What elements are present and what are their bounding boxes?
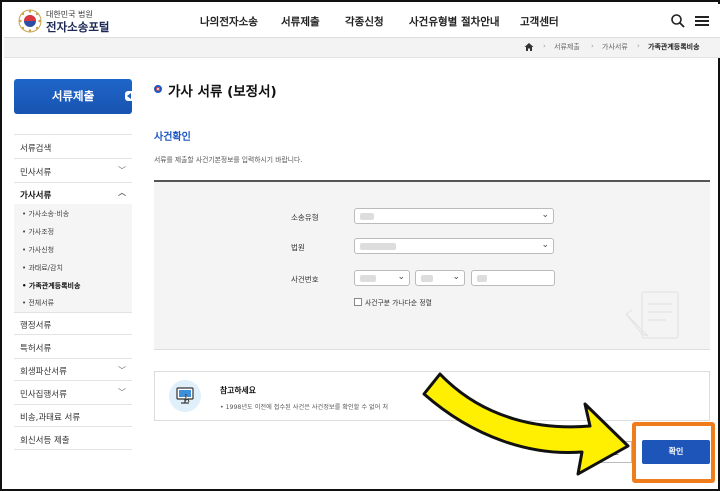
case-serial-input[interactable] bbox=[471, 270, 555, 286]
breadcrumb: › 서류제출 › 가사서류 › 가족관계등록비송 bbox=[4, 38, 720, 58]
chevron-down-icon: ⌄ bbox=[541, 210, 549, 220]
sidebar-item-reply[interactable]: 회신서등 제출 bbox=[14, 426, 132, 450]
chevron-down-icon: ⌄ bbox=[397, 272, 405, 282]
sidebar-item-family[interactable]: 가사서류 ︿ bbox=[14, 182, 132, 204]
document-pen-decoration-icon bbox=[625, 291, 679, 339]
sub-item-family-application[interactable]: • 가사신청 bbox=[22, 245, 54, 255]
court-emblem-icon bbox=[18, 9, 42, 33]
sidebar-item-execution[interactable]: 민사집행서류 ﹀ bbox=[14, 380, 132, 404]
notice-icon-bg bbox=[169, 380, 201, 412]
sidebar-item-search[interactable]: 서류검색 bbox=[14, 134, 132, 158]
page-title: 가사 서류 (보정서) bbox=[168, 84, 277, 100]
title-bullet-icon bbox=[154, 85, 162, 93]
nav-procedure-guide[interactable]: 사건유형별 절차안내 bbox=[409, 14, 500, 29]
nav-my-lawsuit[interactable]: 나의전자소송 bbox=[200, 14, 258, 29]
sidebar-title: 서류제출 bbox=[14, 79, 133, 114]
sidebar-submenu: • 가사소송·비송 • 가사조정 • 가사신청 • 과태료/감치 • 가족관계등… bbox=[14, 204, 132, 312]
monitor-hand-icon bbox=[176, 387, 194, 404]
breadcrumb-separator: › bbox=[637, 42, 640, 50]
chevron-down-icon: ﹀ bbox=[118, 366, 126, 375]
case-category-select[interactable]: ⌄ bbox=[415, 270, 465, 286]
annotation-arrow-icon bbox=[422, 372, 630, 476]
chevron-down-icon: ﹀ bbox=[118, 388, 126, 397]
label-case-number: 사건번호 bbox=[291, 275, 319, 284]
logo-title: 전자소송포털 bbox=[46, 20, 110, 34]
menu-icon[interactable] bbox=[694, 13, 710, 29]
chevron-up-icon: ︿ bbox=[118, 188, 126, 197]
search-icon[interactable] bbox=[670, 13, 686, 29]
sort-checkbox-label: 사건구분 가나다순 정렬 bbox=[365, 299, 432, 307]
notice-title: 참고하세요 bbox=[220, 386, 256, 395]
section-title: 사건확인 bbox=[154, 132, 191, 143]
breadcrumb-separator: › bbox=[591, 42, 594, 50]
sidebar-item-bankruptcy[interactable]: 회생파산서류 ﹀ bbox=[14, 358, 132, 380]
sub-item-all-docs[interactable]: • 전체서류 bbox=[22, 298, 54, 308]
breadcrumb-separator: › bbox=[543, 42, 546, 50]
site-logo[interactable]: 대한민국 법원 전자소송포털 bbox=[18, 7, 118, 35]
sub-item-family-litigation[interactable]: • 가사소송·비송 bbox=[22, 209, 69, 219]
chevron-down-icon: ⌄ bbox=[541, 240, 549, 250]
case-year-select[interactable]: ⌄ bbox=[354, 270, 410, 286]
sub-item-fine[interactable]: • 과태료/감치 bbox=[22, 263, 63, 273]
breadcrumb-item-1[interactable]: 서류제출 bbox=[554, 42, 580, 52]
confirm-button[interactable]: 확인 bbox=[642, 440, 710, 464]
section-description: 서류를 제출할 사건기본정보를 입력하시기 바랍니다. bbox=[154, 156, 303, 164]
sidebar-item-patent[interactable]: 특허서류 bbox=[14, 334, 132, 358]
sidebar-item-civil[interactable]: 민사서류 ﹀ bbox=[14, 158, 132, 182]
notice-text: • 1998년도 이전에 접수된 사건은 사건정보를 확인할 수 없어 처 bbox=[220, 404, 389, 411]
sidebar-item-noncontentious[interactable]: 비송,과태료 서류 bbox=[14, 404, 132, 426]
label-case-type: 소송유형 bbox=[291, 213, 319, 222]
nav-customer-center[interactable]: 고객센터 bbox=[520, 14, 559, 29]
breadcrumb-item-2[interactable]: 가사서류 bbox=[602, 42, 628, 52]
sort-checkbox[interactable] bbox=[354, 298, 362, 306]
nav-applications[interactable]: 각종신청 bbox=[345, 14, 384, 29]
case-type-select[interactable]: ⌄ bbox=[354, 208, 554, 224]
label-court: 법원 bbox=[291, 243, 305, 252]
sidebar-title-label: 서류제출 bbox=[51, 89, 95, 103]
chevron-down-icon: ⌄ bbox=[452, 272, 460, 282]
court-select[interactable]: ⌄ bbox=[354, 238, 554, 254]
site-header: 대한민국 법원 전자소송포털 나의전자소송 서류제출 각종신청 사건유형별 절차… bbox=[4, 4, 720, 38]
sub-item-family-registry[interactable]: • 가족관계등록비송 bbox=[22, 281, 80, 291]
collapse-handle-icon[interactable] bbox=[125, 91, 133, 101]
breadcrumb-current: 가족관계등록비송 bbox=[648, 43, 700, 51]
sub-item-family-mediation[interactable]: • 가사조정 bbox=[22, 227, 54, 237]
sidebar-item-admin[interactable]: 행정서류 bbox=[14, 312, 132, 334]
chevron-down-icon: ﹀ bbox=[118, 166, 126, 175]
home-icon[interactable] bbox=[524, 42, 534, 52]
nav-document-submit[interactable]: 서류제출 bbox=[281, 14, 320, 29]
window-frame: 대한민국 법원 전자소송포털 나의전자소송 서류제출 각종신청 사건유형별 절차… bbox=[0, 0, 720, 491]
